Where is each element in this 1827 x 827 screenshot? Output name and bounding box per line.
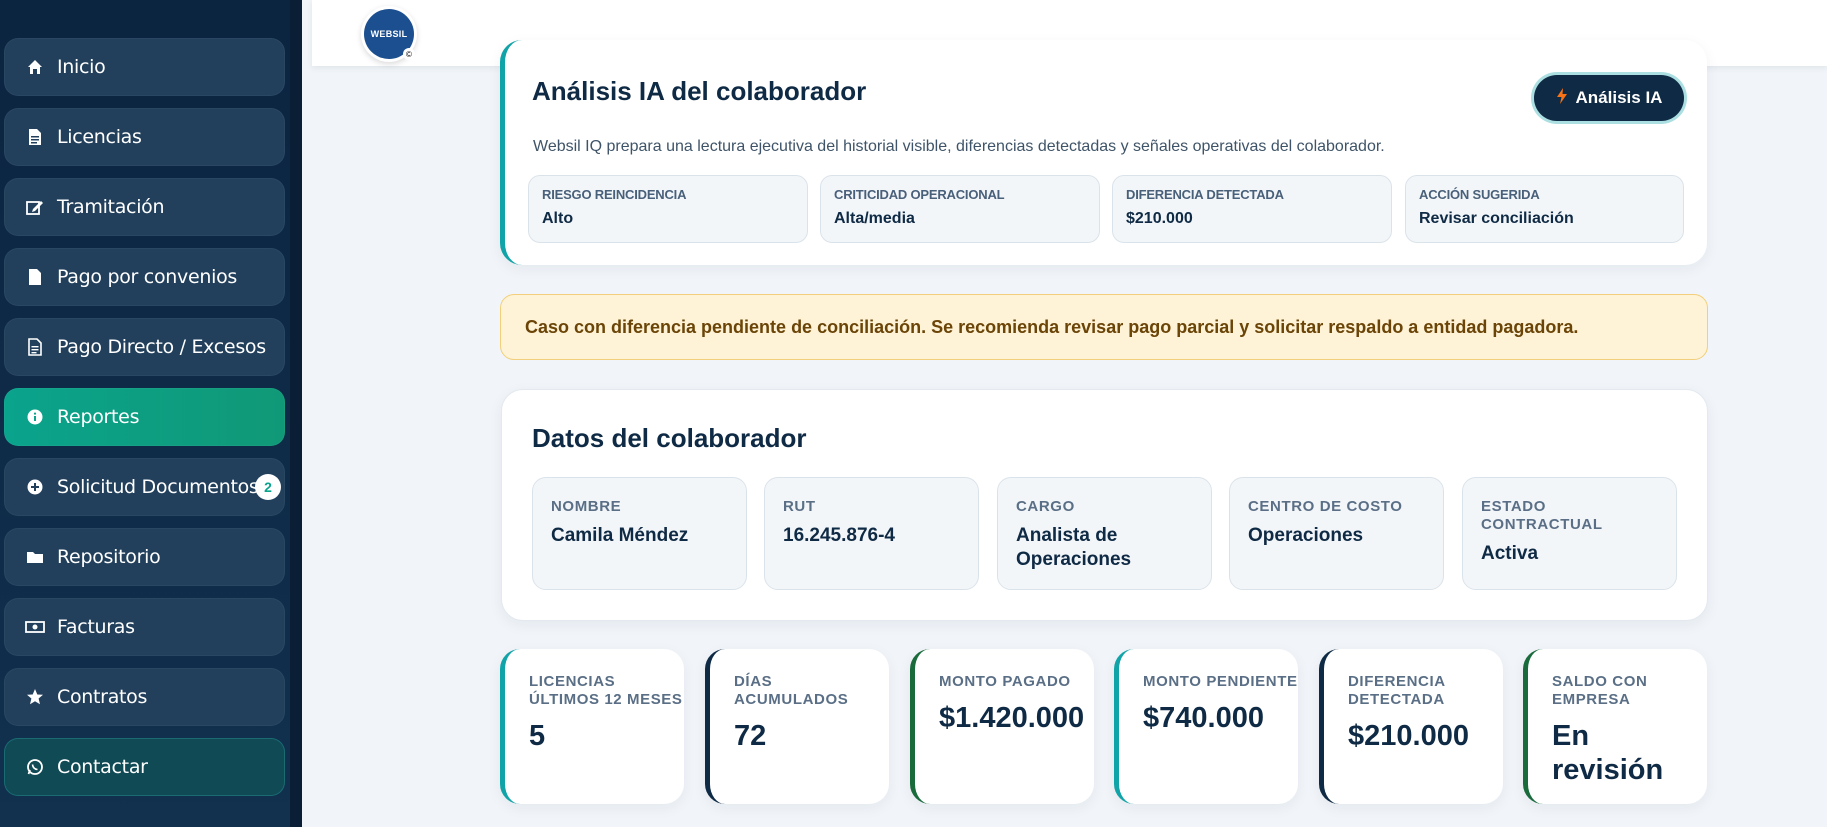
metric-label: Acción sugerida bbox=[1419, 187, 1540, 202]
datos-colaborador-card: Datos del colaborador Nombre Camila Ménd… bbox=[501, 389, 1708, 621]
metric-label: Riesgo reincidencia bbox=[542, 187, 687, 202]
field-rut: RUT 16.245.876-4 bbox=[764, 477, 979, 590]
stat-diferencia: Diferencia detectada $210.000 bbox=[1319, 649, 1503, 804]
sidebar-item-label: Tramitación bbox=[57, 196, 165, 218]
field-label: Estado contractual bbox=[1481, 498, 1603, 533]
metric-value: Revisar conciliación bbox=[1419, 210, 1574, 227]
stat-label: Monto pagado bbox=[939, 673, 1071, 690]
sidebar-item-solicitud-documentos[interactable]: Solicitud Documentos 2 bbox=[4, 458, 285, 516]
sidebar-item-label: Licencias bbox=[57, 126, 142, 148]
stat-value: $210.000 bbox=[1348, 720, 1469, 752]
stat-value: $1.420.000 bbox=[939, 702, 1085, 734]
stat-value: $740.000 bbox=[1143, 702, 1264, 734]
field-label: Centro de costo bbox=[1248, 498, 1403, 515]
sidebar-item-label: Reportes bbox=[57, 406, 140, 428]
stat-saldo: Saldo con empresa En revisión bbox=[1523, 649, 1707, 804]
sidebar-item-pago-directo[interactable]: Pago Directo / Excesos bbox=[4, 318, 285, 376]
metric-label: Diferencia detectada bbox=[1126, 187, 1284, 202]
logo-badge: © bbox=[403, 48, 415, 60]
field-cargo: Cargo Analista de Operaciones bbox=[997, 477, 1212, 590]
metric-value: Alto bbox=[542, 210, 574, 227]
field-value: 16.245.876-4 bbox=[783, 525, 895, 546]
ai-analysis-button[interactable]: Análisis IA bbox=[1534, 75, 1684, 121]
metric-label: Criticidad operacional bbox=[834, 187, 1005, 202]
sidebar-item-label: Pago Directo / Excesos bbox=[57, 336, 266, 358]
stat-value: 5 bbox=[529, 720, 546, 752]
stat-value: En revisión bbox=[1552, 720, 1664, 786]
field-label: Cargo bbox=[1016, 498, 1075, 515]
folder-icon bbox=[24, 546, 46, 568]
money-icon bbox=[24, 616, 46, 638]
field-label: Nombre bbox=[551, 498, 622, 515]
conciliation-alert: Caso con diferencia pendiente de concili… bbox=[500, 294, 1708, 360]
field-estado-contractual: Estado contractual Activa bbox=[1462, 477, 1677, 590]
ai-analysis-card: Análisis IA del colaborador Análisis IA … bbox=[500, 40, 1707, 265]
stat-label: Monto pendiente bbox=[1143, 673, 1298, 690]
sidebar-item-label: Facturas bbox=[57, 616, 135, 638]
sidebar-item-reportes[interactable]: Reportes bbox=[4, 388, 285, 446]
whatsapp-icon bbox=[24, 756, 46, 778]
sidebar-item-label: Pago por convenios bbox=[57, 266, 237, 288]
sidebar-item-facturas[interactable]: Facturas bbox=[4, 598, 285, 656]
sidebar-item-licencias[interactable]: Licencias bbox=[4, 108, 285, 166]
stat-licencias: Licencias últimos 12 meses 5 bbox=[500, 649, 684, 804]
field-value: Camila Méndez bbox=[551, 525, 689, 546]
edit-icon bbox=[24, 196, 46, 218]
sidebar-item-tramitacion[interactable]: Tramitación bbox=[4, 178, 285, 236]
sidebar-item-contratos[interactable]: Contratos bbox=[4, 668, 285, 726]
file-text-icon bbox=[24, 336, 46, 358]
field-nombre: Nombre Camila Méndez bbox=[532, 477, 747, 590]
stat-label: Saldo con empresa bbox=[1552, 673, 1648, 708]
stat-label: Licencias últimos 12 meses bbox=[529, 673, 683, 708]
stat-monto-pagado: Monto pagado $1.420.000 bbox=[910, 649, 1094, 804]
info-icon bbox=[24, 406, 46, 428]
file-icon bbox=[24, 266, 46, 288]
sidebar-item-label: Contratos bbox=[57, 686, 148, 708]
field-value: Analista de Operaciones bbox=[1016, 525, 1132, 570]
field-value: Operaciones bbox=[1248, 525, 1364, 546]
sidebar-item-pago-convenios[interactable]: Pago por convenios bbox=[4, 248, 285, 306]
stat-label: Días acumulados bbox=[734, 673, 849, 708]
home-icon bbox=[24, 56, 46, 78]
document-icon bbox=[24, 126, 46, 148]
datos-title: Datos del colaborador bbox=[532, 423, 807, 453]
field-centro-costo: Centro de costo Operaciones bbox=[1229, 477, 1444, 590]
ai-analysis-button-label: Análisis IA bbox=[1575, 88, 1663, 107]
field-value: Activa bbox=[1481, 543, 1539, 564]
sidebar-item-label: Inicio bbox=[57, 56, 106, 78]
websil-logo[interactable]: WEBSIL © bbox=[361, 6, 417, 62]
metric-diferencia: Diferencia detectada $210.000 bbox=[1112, 175, 1392, 243]
ai-analysis-title: Análisis IA del colaborador bbox=[532, 76, 867, 106]
sidebar-item-label: Contactar bbox=[57, 756, 148, 778]
metric-value: Alta/media bbox=[834, 210, 915, 227]
notification-badge: 2 bbox=[255, 474, 281, 500]
ai-description: Websil IQ prepara una lectura ejecutiva … bbox=[533, 138, 1385, 155]
metric-accion: Acción sugerida Revisar conciliación bbox=[1405, 175, 1684, 243]
star-icon bbox=[24, 686, 46, 708]
field-label: RUT bbox=[783, 498, 816, 515]
stat-value: 72 bbox=[734, 720, 767, 752]
metric-riesgo: Riesgo reincidencia Alto bbox=[528, 175, 808, 243]
stat-monto-pendiente: Monto pendiente $740.000 bbox=[1114, 649, 1298, 804]
sidebar: Inicio Licencias Tramitación Pago por co… bbox=[0, 0, 302, 827]
stat-dias: Días acumulados 72 bbox=[705, 649, 889, 804]
sidebar-item-label: Repositorio bbox=[57, 546, 161, 568]
sidebar-item-label: Solicitud Documentos bbox=[57, 476, 259, 498]
sidebar-item-repositorio[interactable]: Repositorio bbox=[4, 528, 285, 586]
metric-value: $210.000 bbox=[1126, 210, 1193, 227]
sidebar-item-inicio[interactable]: Inicio bbox=[4, 38, 285, 96]
lightning-icon bbox=[1556, 87, 1568, 109]
metric-criticidad: Criticidad operacional Alta/media bbox=[820, 175, 1100, 243]
plus-circle-icon bbox=[24, 476, 46, 498]
stat-label: Diferencia detectada bbox=[1348, 673, 1446, 708]
sidebar-item-contactar[interactable]: Contactar bbox=[4, 738, 285, 796]
